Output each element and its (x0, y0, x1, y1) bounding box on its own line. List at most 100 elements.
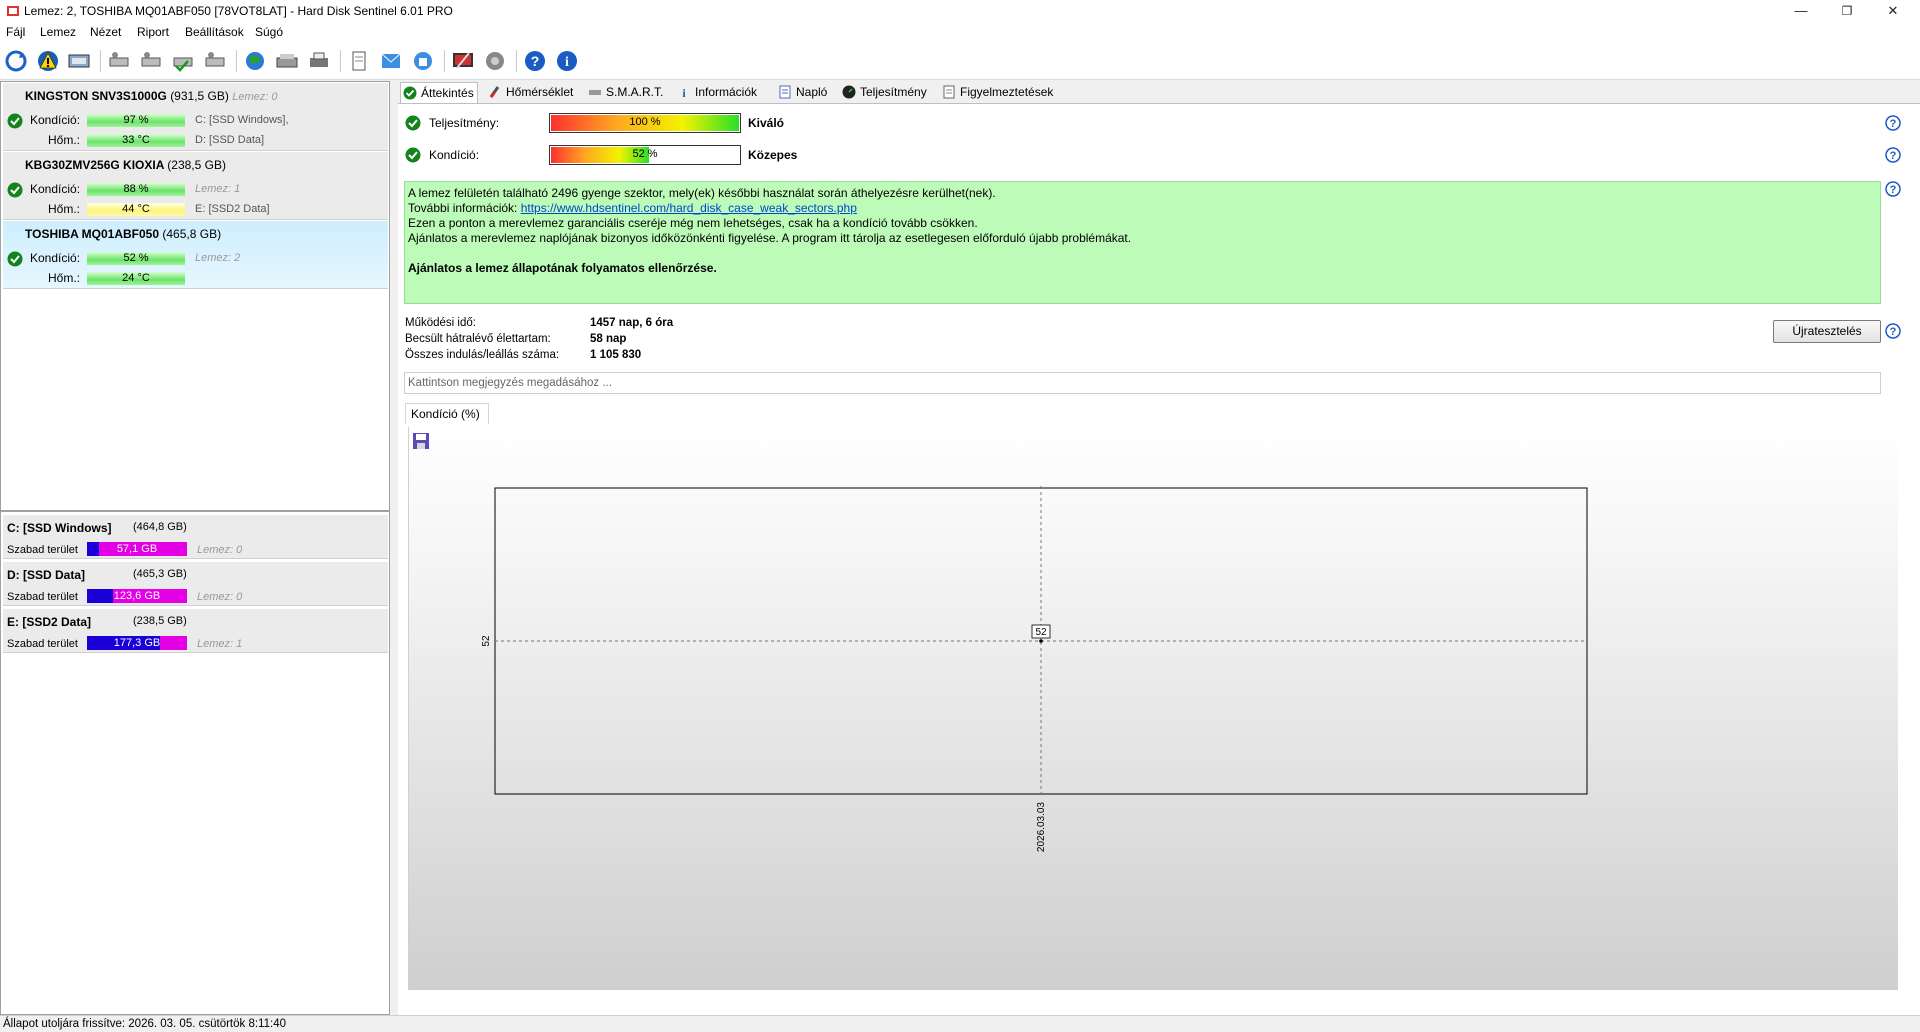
help-icon[interactable]: ? (522, 48, 548, 74)
gauge-icon (842, 85, 856, 99)
tab-information[interactable]: i Információk (675, 82, 757, 103)
svg-text:i: i (682, 86, 686, 99)
toolbar: ? i (0, 42, 1920, 80)
network-disk-icon[interactable] (274, 48, 300, 74)
menu-disk[interactable]: Lemez (40, 25, 76, 39)
volume-list-panel: C: [SSD Windows] (464,8 GB) Szabad terül… (0, 511, 390, 1015)
ok-check-icon (403, 86, 417, 100)
minimize-button[interactable]: — (1778, 0, 1824, 22)
chart-canvas: 52 2026.03.03 52 (481, 486, 1588, 852)
upload-icon[interactable] (410, 48, 436, 74)
more-info-link[interactable]: https://www.hdsentinel.com/hard_disk_cas… (521, 201, 857, 215)
menu-view[interactable]: Nézet (90, 25, 121, 39)
info-icon: i (682, 86, 686, 99)
info-text: További információk: (408, 201, 521, 215)
window-title: Lemez: 2, TOSHIBA MQ01ABF050 [78VOT8LAT]… (24, 4, 453, 18)
disk-name: KINGSTON SNV3S1000G (25, 89, 167, 103)
close-button[interactable]: ✕ (1870, 0, 1916, 22)
help-icon[interactable]: ? (1885, 147, 1901, 163)
help-icon[interactable]: ? (1885, 181, 1901, 197)
surface-test-icon[interactable] (138, 48, 164, 74)
about-icon[interactable]: i (554, 48, 580, 74)
tab-overview[interactable]: Áttekintés (400, 82, 478, 103)
free-space-bar: 177,3 GB (87, 636, 187, 650)
tab-temperature[interactable]: Hőmérséklet (486, 82, 573, 103)
globe-icon[interactable] (242, 48, 268, 74)
x-tick-label: 2026.03.03 (1036, 802, 1047, 852)
menu-file[interactable]: Fájl (6, 25, 25, 39)
volume-name: D: [SSD Data] (7, 568, 86, 582)
status-bar: Állapot utoljára frissítve: 2026. 03. 05… (0, 1015, 1920, 1032)
free-space-label: Szabad terület (7, 591, 78, 603)
condition-label: Kondíció: (30, 251, 81, 265)
volume-card-c[interactable]: C: [SSD Windows] (464,8 GB) Szabad terül… (3, 515, 388, 559)
volume-card-e[interactable]: E: [SSD2 Data] (238,5 GB) Szabad terület… (3, 609, 388, 653)
ok-check-icon (7, 251, 23, 267)
note-input[interactable]: Kattintson megjegyzés megadásához ... (404, 372, 1881, 394)
performance-rating: Kiváló (748, 116, 785, 130)
disk-name: TOSHIBA MQ01ABF050 (25, 227, 160, 241)
title-bar: Lemez: 2, TOSHIBA MQ01ABF050 [78VOT8LAT]… (0, 0, 1920, 22)
sound-icon[interactable] (482, 48, 508, 74)
test-icon[interactable] (106, 48, 132, 74)
menu-settings[interactable]: Beállítások (185, 25, 244, 39)
disk-list-panel: KINGSTON SNV3S1000G (931,5 GB) Lemez: 0 … (0, 81, 390, 511)
log-icon (779, 85, 791, 99)
retest-button[interactable]: Újratesztelés (1773, 320, 1881, 343)
volume-name: E: [SSD2 Data] (7, 615, 92, 629)
condition-bar: 88 % (87, 183, 185, 196)
configure-icon[interactable] (450, 48, 476, 74)
repair-icon[interactable] (202, 48, 228, 74)
health-description: A lemez felületén található 2496 gyenge … (404, 181, 1881, 304)
disk-name: KBG30ZMV256G KIOXIA (25, 158, 164, 172)
temp-bar: 44 °C (87, 203, 185, 216)
svg-text:?: ? (1890, 326, 1897, 338)
disk-card-kingston[interactable]: KINGSTON SNV3S1000G (931,5 GB) Lemez: 0 … (3, 83, 388, 151)
tab-performance[interactable]: Teljesítmény (840, 82, 927, 103)
condition-label: Kondíció: (30, 113, 81, 127)
alerts-icon (943, 85, 955, 99)
printer-icon[interactable] (306, 48, 332, 74)
disk-card-toshiba[interactable]: TOSHIBA MQ01ABF050 (465,8 GB) Kondíció: … (3, 221, 388, 289)
smart-icon (589, 90, 601, 95)
y-tick-label: 52 (481, 635, 492, 647)
tab-log[interactable]: Napló (776, 82, 827, 103)
volume-size: (465,3 GB) (133, 568, 187, 580)
disk-card-kioxia[interactable]: KBG30ZMV256G KIOXIA (238,5 GB) Kondíció:… (3, 152, 388, 220)
condition-label: Kondíció: (30, 182, 81, 196)
menu-help[interactable]: Súgó (255, 25, 283, 39)
app-icon (7, 6, 19, 16)
disk-number: Lemez: 1 (195, 183, 241, 195)
free-space-label: Szabad terület (7, 544, 78, 556)
condition-chart: 52 2026.03.03 52 (408, 427, 1898, 990)
disk-number: Lemez: 1 (197, 638, 243, 650)
startstop-label: Összes indulás/leállás száma: (405, 349, 560, 361)
disk-number: Lemez: 0 (197, 591, 243, 603)
send-report-icon[interactable] (378, 48, 404, 74)
temp-bar: 33 °C (87, 134, 185, 147)
condition-bar: 52 % (549, 145, 741, 165)
ok-check-icon (7, 182, 23, 198)
disk-size: (931,5 GB) (170, 89, 229, 103)
menu-report[interactable]: Riport (137, 25, 169, 39)
maximize-button[interactable]: ❐ (1824, 0, 1870, 22)
volume-size: (238,5 GB) (133, 615, 187, 627)
temp-label: Hőm.: (48, 133, 81, 147)
help-icon[interactable]: ? (1885, 323, 1901, 339)
report-icon[interactable] (346, 48, 372, 74)
smart-check-icon[interactable] (170, 48, 196, 74)
volume-list: D: [SSD Data] (195, 134, 265, 146)
svg-text:i: i (565, 55, 569, 70)
refresh-icon[interactable] (3, 48, 29, 74)
svg-text:?: ? (531, 53, 540, 69)
tab-condition-chart[interactable]: Kondíció (%) (405, 403, 489, 424)
alert-icon[interactable] (35, 48, 61, 74)
volume-card-d[interactable]: D: [SSD Data] (465,3 GB) Szabad terület … (3, 562, 388, 606)
svg-text:?: ? (1890, 150, 1897, 162)
overview-panel: Teljesítmény: 100 % Kiváló ? Kondíció: 5… (398, 103, 1920, 1015)
free-space-bar: 57,1 GB (87, 542, 187, 556)
tab-alerts[interactable]: Figyelmeztetések (940, 82, 1053, 103)
disk-info-icon[interactable] (66, 48, 92, 74)
tab-smart[interactable]: S.M.A.R.T. (586, 82, 663, 103)
help-icon[interactable]: ? (1885, 115, 1901, 131)
